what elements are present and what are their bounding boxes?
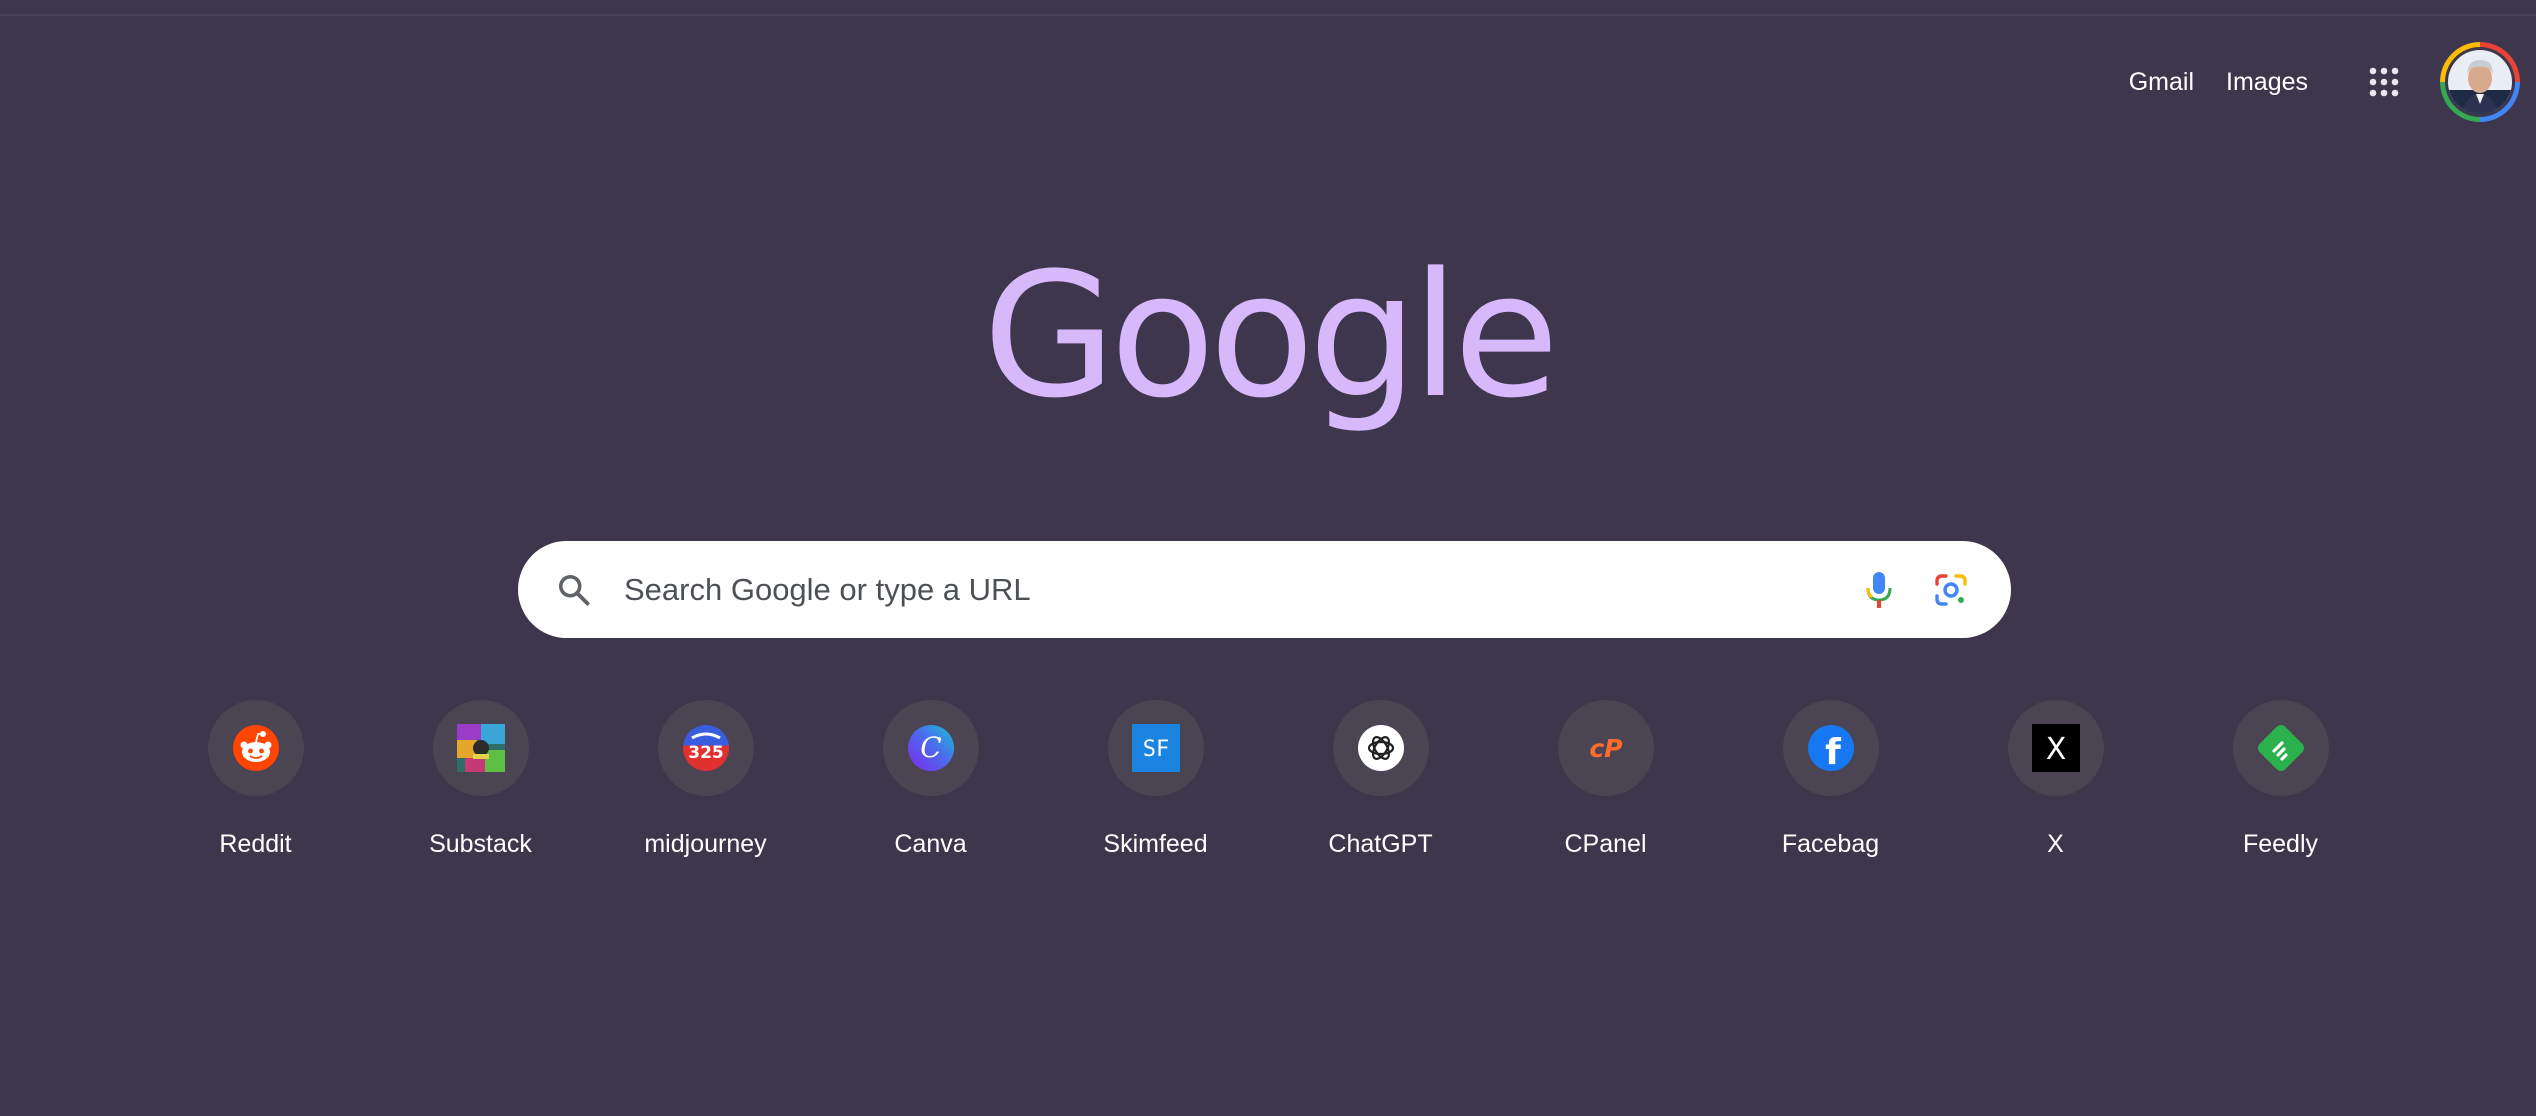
- search-box[interactable]: [518, 541, 2011, 638]
- midjourney-icon: 325: [682, 725, 729, 771]
- shortcut-feedly[interactable]: Feedly: [2168, 700, 2393, 859]
- facebook-glyph: f: [1825, 732, 1841, 772]
- facebook-icon: f: [1807, 725, 1854, 772]
- shortcut-label: ChatGPT: [1328, 830, 1433, 858]
- shortcut-canva[interactable]: C Canva: [818, 700, 1043, 859]
- shortcut-label: CPanel: [1564, 830, 1647, 858]
- top-nav: Gmail Images: [2113, 40, 2520, 124]
- cpanel-glyph: cP: [1589, 734, 1622, 763]
- skimfeed-icon: SF: [1131, 724, 1180, 772]
- shortcut-label: Skimfeed: [1103, 830, 1208, 858]
- skimfeed-glyph: SF: [1142, 737, 1169, 762]
- shortcut-skimfeed[interactable]: SF Skimfeed: [1043, 700, 1268, 859]
- microphone-icon[interactable]: [1857, 568, 1901, 612]
- substack-icon: [456, 724, 505, 772]
- shortcut-label: Substack: [429, 830, 532, 858]
- search-input[interactable]: [624, 571, 1857, 608]
- images-link[interactable]: Images: [2210, 68, 2324, 97]
- shortcut-label: midjourney: [644, 830, 767, 858]
- reddit-icon: [232, 725, 279, 771]
- shortcut-midjourney[interactable]: 325 midjourney: [593, 700, 818, 859]
- apps-grid-icon[interactable]: [2354, 52, 2414, 112]
- avatar-photo: [2448, 50, 2512, 114]
- google-logo: Google: [982, 235, 1560, 436]
- x-icon: X: [2031, 724, 2080, 772]
- browser-top-edge: [0, 0, 2536, 16]
- x-glyph: X: [2045, 732, 2066, 767]
- shortcut-label: X: [2047, 830, 2064, 858]
- shortcut-chatgpt[interactable]: ChatGPT: [1268, 700, 1493, 859]
- shortcut-label: Facebag: [1781, 830, 1880, 858]
- shortcut-label: Reddit: [219, 830, 292, 858]
- search-icon: [558, 574, 590, 605]
- new-tab-page: Gmail Images Google Search Google or typ…: [0, 0, 2536, 1116]
- shortcut-tiles: Reddit Substack 325 midjourney C Canva S…: [143, 700, 2393, 859]
- shortcut-label: Feedly: [2242, 830, 2319, 858]
- midjourney-badge: 325: [688, 743, 724, 763]
- shortcut-x[interactable]: X X: [1943, 700, 2168, 859]
- shortcut-reddit[interactable]: Reddit: [143, 700, 368, 859]
- chatgpt-icon: [1357, 725, 1404, 771]
- shortcut-cpanel[interactable]: cP CPanel: [1493, 700, 1718, 859]
- shortcut-substack[interactable]: Substack: [368, 700, 593, 859]
- canva-glyph: C: [920, 731, 941, 764]
- gmail-link[interactable]: Gmail: [2113, 68, 2210, 97]
- shortcut-label: Canva: [894, 830, 967, 858]
- canva-icon: C: [907, 725, 954, 771]
- account-avatar[interactable]: [2440, 42, 2520, 122]
- shortcut-facebag[interactable]: f Facebag: [1718, 700, 1943, 859]
- cpanel-icon: cP: [1589, 734, 1622, 763]
- google-lens-icon[interactable]: [1929, 568, 1973, 612]
- feedly-icon: [2257, 725, 2304, 771]
